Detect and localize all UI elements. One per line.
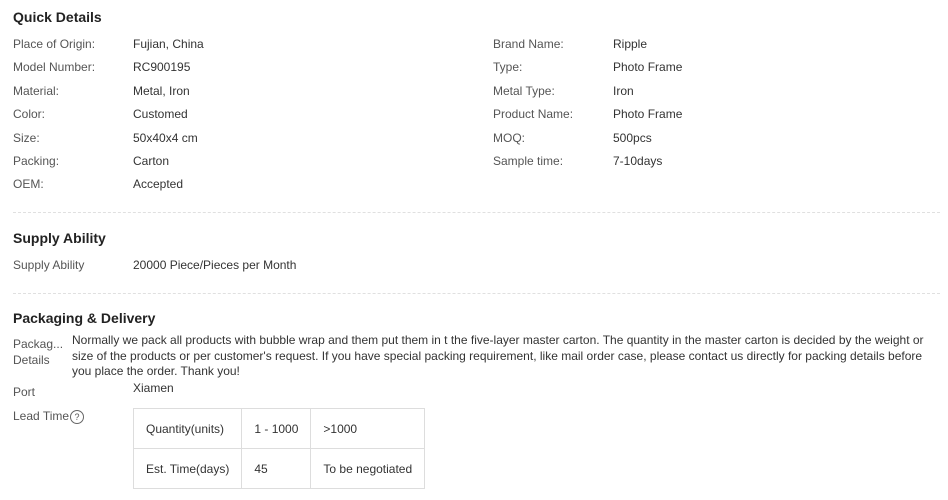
table-cell: >1000 xyxy=(310,408,426,449)
detail-label: Metal Type: xyxy=(493,84,555,98)
detail-label: MOQ: xyxy=(493,131,525,145)
packaging-label-line2: Details xyxy=(13,353,50,367)
quick-details-title: Quick Details xyxy=(13,9,102,25)
table-cell: To be negotiated xyxy=(310,448,426,489)
detail-label: Packing: xyxy=(13,154,60,168)
supply-ability-value: 20000 Piece/Pieces per Month xyxy=(133,258,297,272)
table-row: Quantity(units) 1 - 1000 >1000 xyxy=(132,408,426,449)
detail-value: Metal, Iron xyxy=(133,84,190,98)
detail-value: RC900195 xyxy=(133,60,191,74)
supply-ability-title: Supply Ability xyxy=(13,230,106,246)
detail-value: 500pcs xyxy=(613,131,652,145)
detail-value: 50x40x4 cm xyxy=(133,131,198,145)
detail-value: Ripple xyxy=(613,37,648,51)
detail-label: Color: xyxy=(13,107,46,121)
detail-label: Material: xyxy=(13,84,60,98)
section-divider xyxy=(13,212,940,213)
detail-label: Brand Name: xyxy=(493,37,564,51)
detail-value: 7-10days xyxy=(613,154,663,168)
packaging-label-line1: Packag... xyxy=(13,337,64,351)
detail-value: Customed xyxy=(133,107,188,121)
detail-label: Place of Origin: xyxy=(13,37,96,51)
detail-value: Carton xyxy=(133,154,170,168)
detail-value: Photo Frame xyxy=(613,60,683,74)
detail-label: Size: xyxy=(13,131,40,145)
table-cell: 1 - 1000 xyxy=(241,408,312,449)
packaging-details-label: Packag... Details xyxy=(13,336,69,368)
port-label: Port xyxy=(13,385,36,399)
detail-value: Iron xyxy=(613,84,634,98)
detail-value: Accepted xyxy=(133,177,184,191)
section-divider xyxy=(13,293,940,294)
supply-ability-label: Supply Ability xyxy=(13,258,85,272)
table-cell: Est. Time(days) xyxy=(132,448,243,489)
lead-time-table: Quantity(units) 1 - 1000 >1000 Est. Time… xyxy=(132,408,426,489)
packaging-details-text: Normally we pack all products with bubbl… xyxy=(72,333,924,378)
detail-label: Type: xyxy=(493,60,523,74)
detail-label: Model Number: xyxy=(13,60,96,74)
table-row: Est. Time(days) 45 To be negotiated xyxy=(132,448,426,489)
table-cell: 45 xyxy=(241,448,312,489)
detail-value: Photo Frame xyxy=(613,107,683,121)
table-cell: Quantity(units) xyxy=(132,408,243,449)
detail-label: Product Name: xyxy=(493,107,574,121)
packaging-delivery-title: Packaging & Delivery xyxy=(13,310,156,326)
detail-label: OEM: xyxy=(13,177,44,191)
detail-label: Sample time: xyxy=(493,154,564,168)
lead-time-label-text: Lead Time xyxy=(13,409,70,423)
help-icon[interactable]: ? xyxy=(70,409,85,424)
lead-time-label: Lead Time? xyxy=(13,409,85,424)
detail-value: Fujian, China xyxy=(133,37,204,51)
port-value: Xiamen xyxy=(133,381,174,395)
